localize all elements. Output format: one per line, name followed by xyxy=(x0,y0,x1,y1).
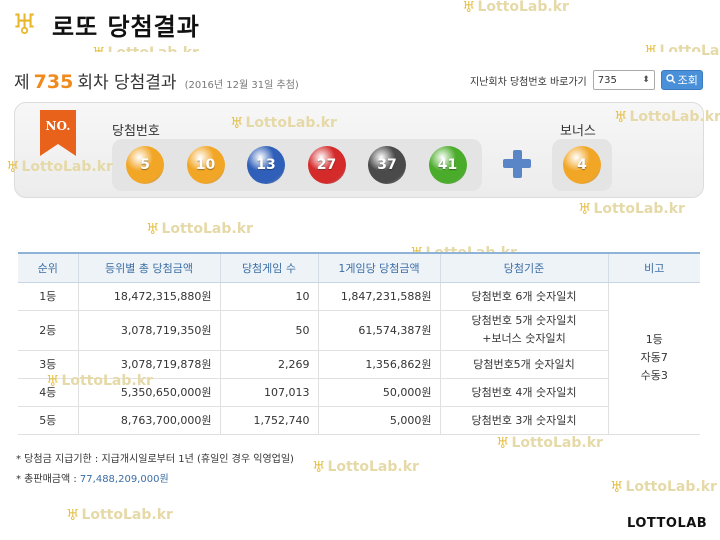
lottolab-symbol-icon: ♅ xyxy=(6,6,42,42)
rank-cell: 1등 xyxy=(18,282,78,311)
winning-ball: 5 xyxy=(126,146,164,184)
payment-deadline-note: * 당첨금 지급기한 : 지급개시일로부터 1년 (휴일인 경우 익영업일) xyxy=(16,454,294,465)
total-prize-cell: 5,350,650,000원 xyxy=(77,378,220,407)
total-sales-label: * 총판매금액 : xyxy=(16,474,77,485)
watermark: ♅LottoLab.kr xyxy=(66,506,173,524)
search-icon xyxy=(665,73,676,87)
note-line: 자동7 xyxy=(640,351,668,364)
per-game-prize-cell: 1,847,231,588원 xyxy=(317,282,440,311)
per-game-prize-cell: 61,574,387원 xyxy=(317,310,440,351)
per-game-prize-cell: 50,000원 xyxy=(317,378,440,407)
watermark: ♅LottoLab.kr xyxy=(496,434,603,452)
rank-cell: 2등 xyxy=(18,310,78,351)
criteria-cell: 당첨번호5개 숫자일치 xyxy=(439,350,608,379)
draw-date: (2016년 12월 31일 추첨) xyxy=(184,80,299,91)
column-header: 1게임당 당첨금액 xyxy=(317,252,440,283)
draw-select[interactable]: 735 ⬍ xyxy=(592,70,655,90)
column-header: 순위 xyxy=(18,252,78,283)
column-header: 당첨게임 수 xyxy=(219,252,318,283)
rank-cell: 4등 xyxy=(18,378,78,407)
table-header-row: 순위 등위별 총 당첨금액 당첨게임 수 1게임당 당첨금액 당첨기준 비고 xyxy=(18,252,700,283)
watermark: ♅LottoLab.kr xyxy=(312,458,419,476)
total-prize-cell: 3,078,719,350원 xyxy=(77,310,220,351)
plus-icon xyxy=(501,148,533,180)
winner-count-cell: 10 xyxy=(219,282,318,311)
draw-prefix: 제 xyxy=(14,73,30,93)
table-row: 3등 3,078,719,878원 2,269 1,356,862원 당첨번호5… xyxy=(18,350,700,379)
winner-count-cell: 2,269 xyxy=(219,350,318,379)
table-row: 2등 3,078,719,350원 50 61,574,387원 당첨번호 5개… xyxy=(18,310,700,351)
criteria-line: 당첨번호 5개 숫자일치 xyxy=(471,314,577,327)
bonus-label: 보너스 xyxy=(560,124,596,139)
per-game-prize-cell: 1,356,862원 xyxy=(317,350,440,379)
draw-number: 735 xyxy=(33,71,74,93)
winner-count-cell: 50 xyxy=(219,310,318,351)
draw-select-value: 735 xyxy=(597,74,617,86)
rank-cell: 3등 xyxy=(18,350,78,379)
prize-table: 순위 등위별 총 당첨금액 당첨게임 수 1게임당 당첨금액 당첨기준 비고 1… xyxy=(18,252,700,435)
winning-ball: 10 xyxy=(186,146,225,184)
column-header: 등위별 총 당첨금액 xyxy=(77,252,220,283)
bonus-ball: 4 xyxy=(563,146,601,184)
winner-count-cell: 1,752,740 xyxy=(219,406,318,435)
no-ribbon-badge: NO. xyxy=(40,110,76,156)
criteria-cell: 당첨번호 6개 숫자일치 xyxy=(439,282,608,311)
slide-title: 로또 당첨결과 xyxy=(52,12,200,41)
criteria-cell: 당첨번호 5개 숫자일치 +보너스 숫자일치 xyxy=(439,310,608,351)
winning-numbers-label: 당첨번호 xyxy=(112,124,160,139)
note-cell: 1등 자동7 수동3 xyxy=(607,282,700,435)
column-header: 비고 xyxy=(607,252,700,283)
rank-cell: 5등 xyxy=(18,406,78,435)
note-line: 1등 xyxy=(645,333,663,346)
search-button-label: 조회 xyxy=(677,74,698,87)
table-row: 5등 8,763,700,000원 1,752,740 5,000원 당첨번호 … xyxy=(18,406,700,435)
total-prize-cell: 18,472,315,880원 xyxy=(77,282,220,311)
winner-count-cell: 107,013 xyxy=(219,378,318,407)
winning-ball: 37 xyxy=(368,146,406,184)
prize-table-wrap: 순위 등위별 총 당첨금액 당첨게임 수 1게임당 당첨금액 당첨기준 비고 1… xyxy=(18,252,700,435)
criteria-line: +보너스 숫자일치 xyxy=(482,332,566,345)
criteria-cell: 당첨번호 3개 숫자일치 xyxy=(439,406,608,435)
winning-ball: 41 xyxy=(428,146,467,184)
criteria-cell: 당첨번호 4개 숫자일치 xyxy=(439,378,608,407)
draw-navigation: 지난회차 당첨번호 바로가기 735 ⬍ 조회 xyxy=(470,69,703,91)
winning-ball: 13 xyxy=(247,146,285,184)
column-header: 당첨기준 xyxy=(439,252,608,283)
draw-suffix: 회차 당첨결과 xyxy=(77,73,177,93)
total-sales-amount: 77,488,209,000원 xyxy=(79,474,169,485)
note-line: 수동3 xyxy=(640,369,668,382)
watermark: ♅LottoLab.kr xyxy=(146,220,253,238)
search-button[interactable]: 조회 xyxy=(660,70,703,90)
ball-tray xyxy=(112,139,482,191)
ribbon-text: NO. xyxy=(46,119,71,133)
total-prize-cell: 3,078,719,878원 xyxy=(77,350,220,379)
nav-label: 지난회차 당첨번호 바로가기 xyxy=(470,76,587,88)
winning-ball: 27 xyxy=(307,146,346,184)
footnotes: * 당첨금 지급기한 : 지급개시일로부터 1년 (휴일인 경우 익영업일) *… xyxy=(16,450,294,490)
table-row: 1등 18,472,315,880원 10 1,847,231,588원 당첨번… xyxy=(18,282,700,435)
watermark: ♅LottoLab.kr xyxy=(610,478,717,496)
total-prize-cell: 8,763,700,000원 xyxy=(77,406,220,435)
svg-text:♅: ♅ xyxy=(12,8,37,40)
slide-title-bar: ♅ 로또 당첨결과 xyxy=(0,0,720,48)
select-arrows-icon: ⬍ xyxy=(642,75,650,85)
per-game-prize-cell: 5,000원 xyxy=(317,406,440,435)
total-sales-note: * 총판매금액 : 77,488,209,000원 xyxy=(16,470,294,490)
lottolab-logo: LOTTOLAB xyxy=(627,516,708,531)
table-row: 4등 5,350,650,000원 107,013 50,000원 당첨번호 4… xyxy=(18,378,700,407)
